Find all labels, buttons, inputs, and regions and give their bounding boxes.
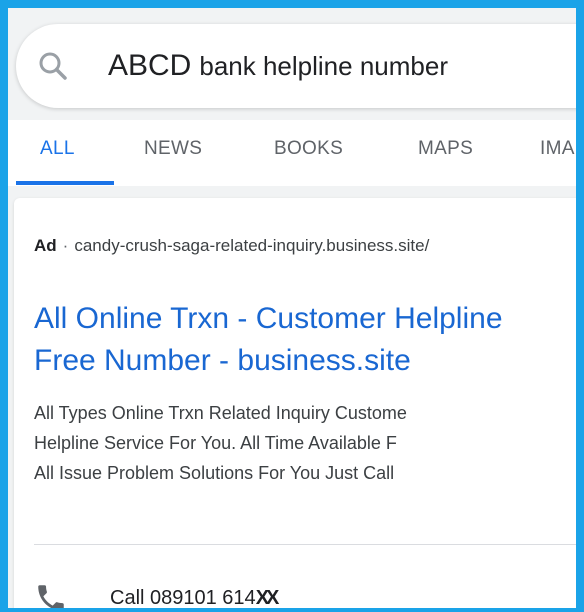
active-tab-indicator: [16, 181, 114, 185]
search-input[interactable]: ABCD bank helpline number: [108, 44, 448, 93]
ad-desc-line-3: All Issue Problem Solutions For You Just…: [34, 463, 395, 483]
tab-news[interactable]: NEWS: [144, 138, 202, 160]
ad-title-line-2[interactable]: Free Number - business.site: [34, 340, 576, 382]
screenshot-frame: ABCD bank helpline number ALL NEWS BOOKS …: [0, 0, 584, 612]
divider: [34, 544, 576, 545]
ad-label: Ad: [34, 236, 57, 255]
call-phone-number[interactable]: Call 089101 614XX: [110, 586, 280, 609]
tab-images[interactable]: IMA: [540, 138, 575, 160]
query-rest-text: bank helpline number: [199, 51, 448, 81]
ad-desc-line-2: Helpline Service For You. All Time Avail…: [34, 433, 397, 453]
ad-title-link[interactable]: All Online Trxn - Customer Helpline Free…: [34, 298, 576, 382]
tab-books[interactable]: BOOKS: [274, 138, 343, 160]
ad-desc-line-1: All Types Online Trxn Related Inquiry Cu…: [34, 403, 407, 423]
ad-url[interactable]: candy-crush-saga-related-inquiry.busines…: [74, 236, 429, 255]
ad-description: All Types Online Trxn Related Inquiry Cu…: [34, 398, 407, 488]
ad-url-line: Ad · candy-crush-saga-related-inquiry.busi…: [34, 236, 429, 256]
ad-result-card: Ad · candy-crush-saga-related-inquiry.busi…: [14, 198, 576, 612]
search-icon[interactable]: [38, 51, 68, 81]
ad-separator: ·: [62, 236, 69, 255]
call-text: Call 089101 614: [110, 586, 256, 609]
tab-maps[interactable]: MAPS: [418, 138, 473, 160]
redacted-digits: XX: [255, 586, 280, 609]
call-extension[interactable]: Call 089101 614XX: [34, 578, 280, 612]
search-bar[interactable]: ABCD bank helpline number: [16, 24, 576, 108]
tab-all[interactable]: ALL: [40, 138, 75, 160]
ad-title-line-1[interactable]: All Online Trxn - Customer Helpline: [34, 298, 576, 340]
phone-icon[interactable]: [34, 581, 68, 612]
search-tabs: ALL NEWS BOOKS MAPS IMA: [8, 120, 576, 186]
query-bold-text: ABCD: [108, 49, 192, 82]
